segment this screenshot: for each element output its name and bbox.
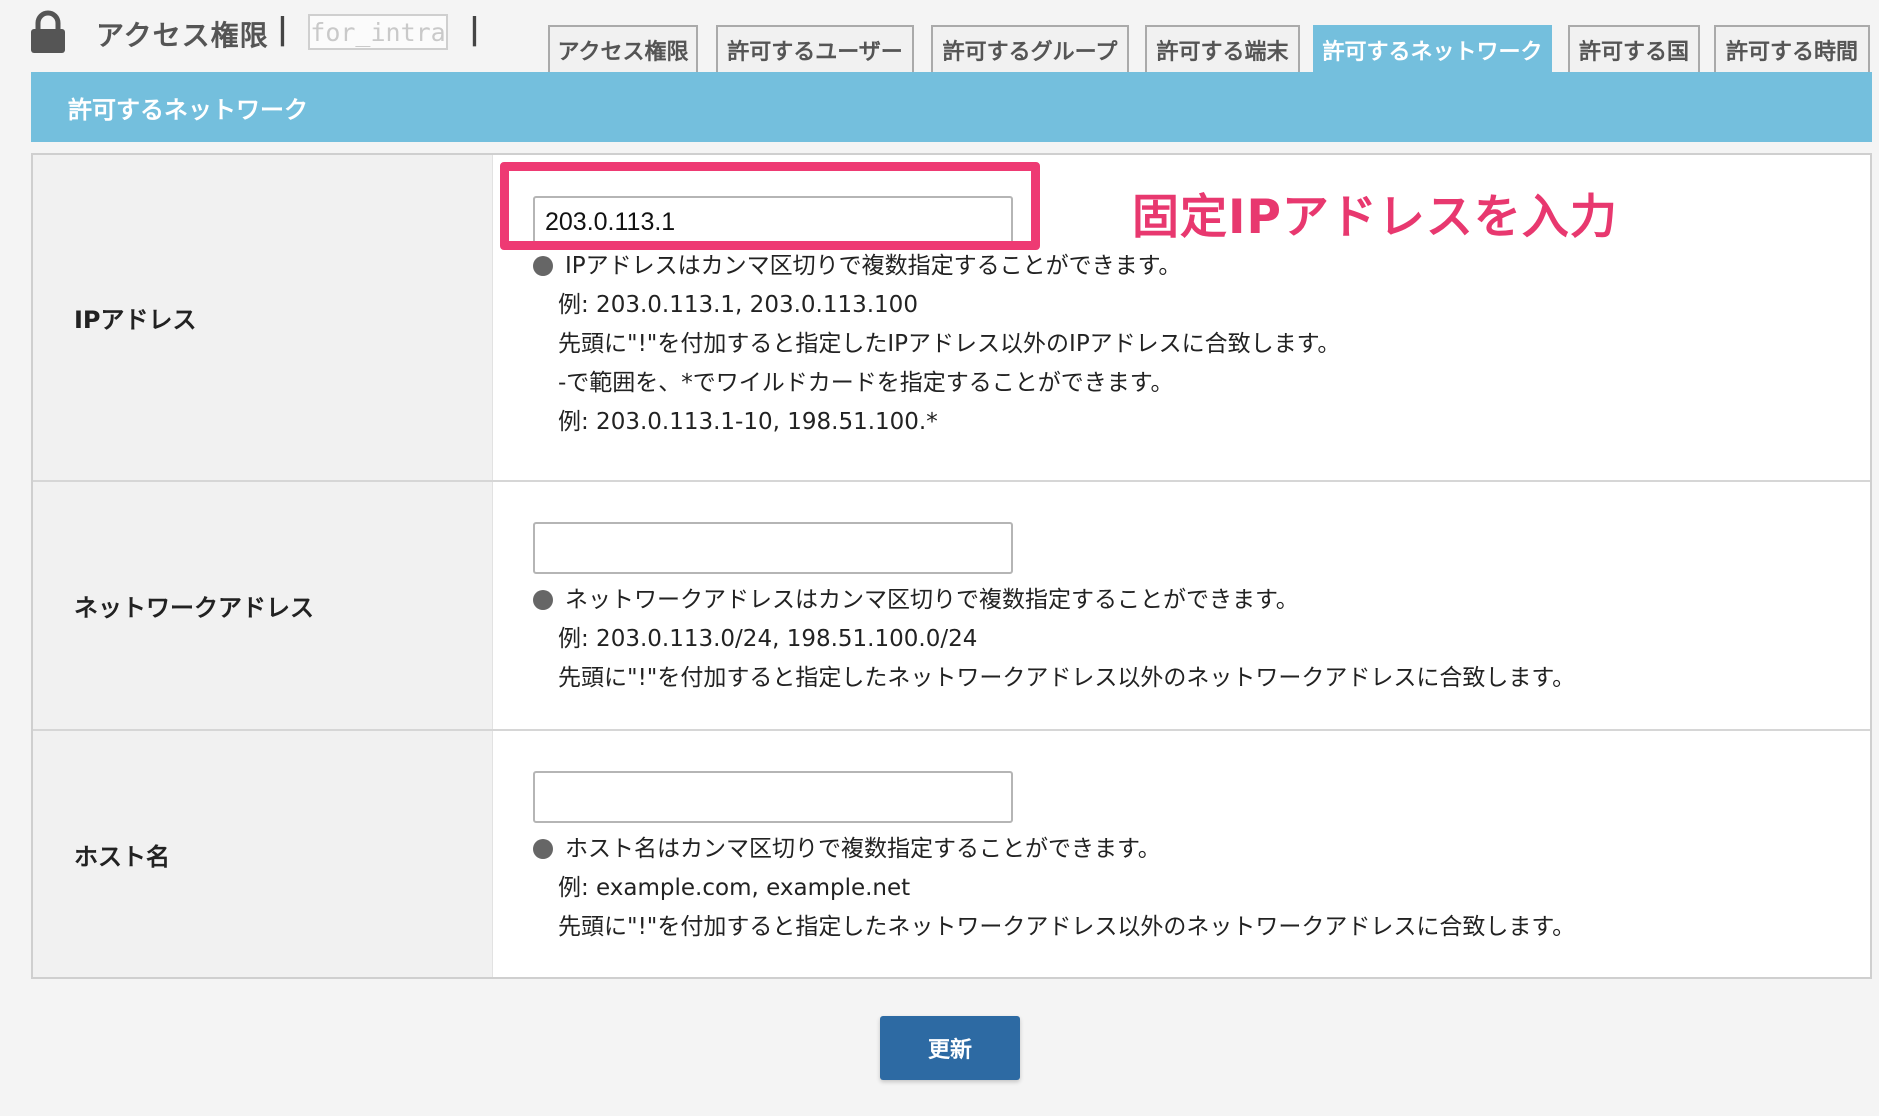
tab-allowed-users[interactable]: 許可するユーザー [716, 25, 914, 72]
ip-address-help: IPアドレスはカンマ区切りで複数指定することができます。 例: 203.0.11… [533, 247, 1340, 442]
network-address-row: ネットワークアドレス ネットワークアドレスはカンマ区切りで複数指定することができ… [33, 482, 1870, 729]
network-address-cell: ネットワークアドレスはカンマ区切りで複数指定することができます。 例: 203.… [493, 482, 1870, 729]
annotation-callout: 固定IPアドレスを入力 [1132, 190, 1618, 245]
ip-address-label: IPアドレス [33, 155, 493, 480]
tab-allowed-groups[interactable]: 許可するグループ [931, 25, 1129, 72]
network-address-help: ネットワークアドレスはカンマ区切りで複数指定することができます。 例: 203.… [533, 581, 1575, 698]
help-text: ホスト名はカンマ区切りで複数指定することができます。 [565, 836, 1161, 862]
help-text: 例: 203.0.113.0/24, 198.51.100.0/24 [558, 626, 978, 652]
host-name-help: ホスト名はカンマ区切りで複数指定することができます。 例: example.co… [533, 830, 1575, 947]
tab-access-permission[interactable]: アクセス権限 [548, 25, 698, 72]
host-name-label: ホスト名 [33, 731, 493, 977]
network-address-input[interactable] [533, 522, 1013, 574]
help-text: 例: 203.0.113.1-10, 198.51.100.* [558, 409, 938, 435]
tab-allowed-networks[interactable]: 許可するネットワーク [1313, 25, 1552, 73]
host-name-cell: ホスト名はカンマ区切りで複数指定することができます。 例: example.co… [493, 731, 1870, 977]
tab-allowed-devices[interactable]: 許可する端末 [1145, 25, 1300, 72]
help-text: ネットワークアドレスはカンマ区切りで複数指定することができます。 [565, 587, 1299, 613]
title-separator: | [469, 12, 480, 47]
update-button[interactable]: 更新 [880, 1016, 1020, 1080]
ip-address-input[interactable] [533, 196, 1013, 248]
section-title: 許可するネットワーク [68, 95, 308, 124]
lock-icon [31, 10, 65, 53]
page-title: アクセス権限 [96, 19, 269, 52]
tab-allowed-countries[interactable]: 許可する国 [1568, 25, 1700, 72]
host-name-input[interactable] [533, 771, 1013, 823]
site-name-badge: for_intra [308, 14, 448, 50]
bullet-icon [533, 839, 553, 859]
help-text: 例: 203.0.113.1, 203.0.113.100 [558, 292, 918, 318]
title-separator: | [277, 12, 288, 47]
help-text: 例: example.com, example.net [558, 875, 911, 901]
help-text: 先頭に"!"を付加すると指定したネットワークアドレス以外のネットワークアドレスに… [558, 665, 1576, 691]
section-header: 許可するネットワーク [31, 72, 1872, 142]
help-text: IPアドレスはカンマ区切りで複数指定することができます。 [565, 253, 1182, 279]
help-text: 先頭に"!"を付加すると指定したIPアドレス以外のIPアドレスに合致します。 [558, 331, 1341, 357]
host-name-row: ホスト名 ホスト名はカンマ区切りで複数指定することができます。 例: examp… [33, 731, 1870, 977]
tab-allowed-times[interactable]: 許可する時間 [1714, 25, 1870, 72]
bullet-icon [533, 256, 553, 276]
help-text: -で範囲を、*でワイルドカードを指定することができます。 [558, 370, 1174, 396]
bullet-icon [533, 590, 553, 610]
help-text: 先頭に"!"を付加すると指定したネットワークアドレス以外のネットワークアドレスに… [558, 914, 1576, 940]
network-address-label: ネットワークアドレス [33, 482, 493, 729]
network-settings-form: IPアドレス IPアドレスはカンマ区切りで複数指定することができます。 例: 2… [31, 153, 1872, 979]
